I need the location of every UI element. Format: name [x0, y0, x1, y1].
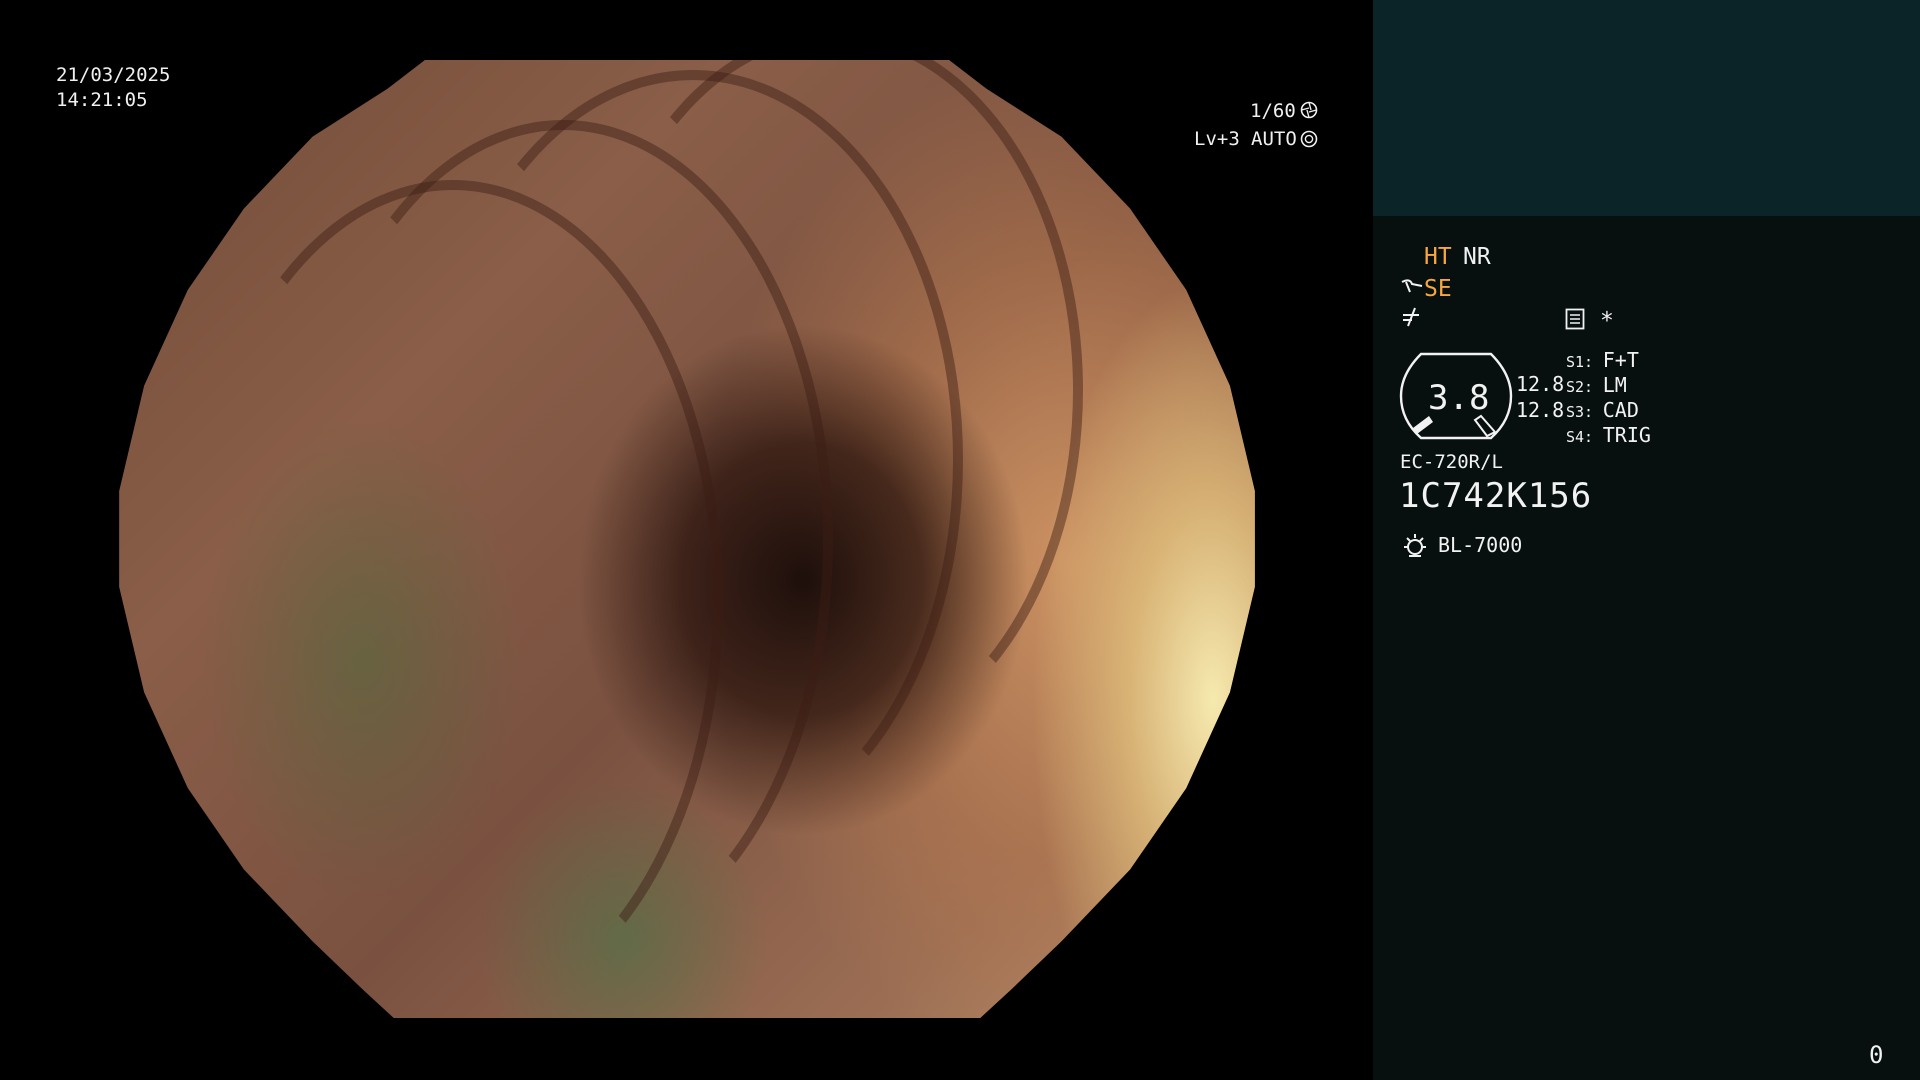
- switch-row: S4: TRIG: [1566, 423, 1651, 448]
- light-source-icon: [1401, 532, 1429, 560]
- switch-key: S3:: [1566, 403, 1594, 421]
- light-source-label: BL-7000: [1438, 533, 1523, 557]
- iris-mode-label: AUTO: [1251, 128, 1297, 150]
- switch-value: F+T: [1602, 348, 1639, 372]
- switch-row: S1: F+T: [1566, 348, 1651, 373]
- gauge-value: 3.8: [1428, 378, 1490, 418]
- nr-indicator: NR: [1463, 244, 1491, 270]
- contrast-icon: [1400, 305, 1422, 329]
- switch-value: CAD: [1602, 398, 1639, 422]
- ht-indicator: HT: [1424, 244, 1452, 270]
- switch-value: TRIG: [1602, 423, 1651, 447]
- switch-list: S1: F+T S2: LM S3: CAD S4: TRIG: [1566, 348, 1651, 448]
- panel-header-area: [1373, 0, 1920, 216]
- frame-counter: 0: [1869, 1041, 1884, 1069]
- level-label: Lv+3: [1194, 128, 1240, 150]
- switch-value: LM: [1602, 373, 1627, 397]
- se-indicator: SE: [1424, 276, 1452, 302]
- menu-settings-icon: [1565, 308, 1585, 330]
- scope-serial-number: 1C742K156: [1399, 476, 1593, 516]
- endoscope-viewport: 21/03/2025 14:21:05 1/60 Lv+3 AUTO: [0, 0, 1373, 1080]
- scope-model-label: EC-720R/L: [1400, 451, 1503, 473]
- time-label: 14:21:05: [56, 89, 148, 111]
- switch-key: S1:: [1566, 353, 1594, 371]
- value-bottom: 12.8: [1516, 398, 1565, 422]
- switch-key: S2:: [1566, 378, 1594, 396]
- aperture-icon: [1300, 101, 1318, 119]
- endoscopic-image: [119, 60, 1255, 1018]
- value-top: 12.8: [1516, 372, 1565, 396]
- switch-key: S4:: [1566, 428, 1594, 446]
- switch-row: S3: CAD: [1566, 398, 1651, 423]
- asterisk-indicator: *: [1600, 308, 1614, 334]
- info-panel: [1373, 216, 1920, 1080]
- date-label: 21/03/2025: [56, 64, 171, 86]
- shutter-speed-label: 1/60: [1250, 100, 1296, 122]
- scope-tip-icon: [1400, 276, 1424, 298]
- iris-icon: [1300, 130, 1318, 148]
- mucosal-fold: [583, 60, 1083, 750]
- switch-row: S2: LM: [1566, 373, 1651, 398]
